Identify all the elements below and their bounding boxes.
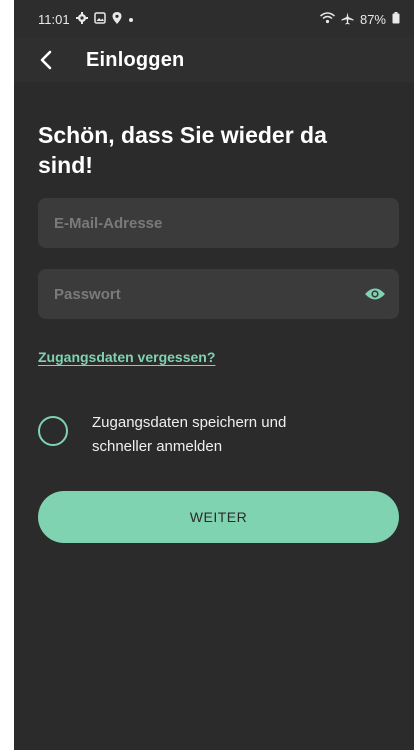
login-headline: Schön, dass Sie wieder da sind! <box>38 122 327 178</box>
dot-icon <box>128 13 134 25</box>
remember-label: Zugangsdaten speichern und schneller anm… <box>92 414 287 455</box>
password-field[interactable] <box>38 269 355 319</box>
login-form: Schön, dass Sie wieder da sind! Zugangsd… <box>14 120 414 543</box>
location-icon <box>112 12 122 26</box>
continue-button[interactable]: WEITER <box>38 491 399 543</box>
image-icon <box>93 12 106 26</box>
battery-icon <box>392 12 400 26</box>
battery-percentage: 87% <box>359 11 386 27</box>
status-right: 87% <box>319 11 400 27</box>
remember-credentials-option[interactable]: Zugangsdaten speichern und schneller anm… <box>38 411 390 459</box>
forgot-credentials-link[interactable]: Zugangsdaten vergessen? <box>38 349 215 365</box>
status-time: 11:01 <box>38 11 70 27</box>
email-field-container <box>38 198 399 248</box>
app-screen: 11:01 87% Einloggen Schön, dass Sie wied… <box>14 0 414 750</box>
remember-radio-button[interactable] <box>38 416 68 446</box>
page-title: Einloggen <box>86 48 185 71</box>
gear-icon <box>75 12 88 26</box>
status-bar: 11:01 87% <box>14 0 414 38</box>
password-field-container <box>38 269 399 319</box>
status-left: 11:01 <box>38 12 134 27</box>
wifi-icon <box>319 12 335 26</box>
app-bar: Einloggen <box>14 38 414 82</box>
eye-icon <box>365 288 385 300</box>
email-field[interactable] <box>38 198 399 248</box>
back-button[interactable] <box>30 44 62 76</box>
airplane-icon <box>341 12 354 27</box>
show-password-button[interactable] <box>355 274 395 314</box>
chevron-left-icon <box>40 50 52 70</box>
